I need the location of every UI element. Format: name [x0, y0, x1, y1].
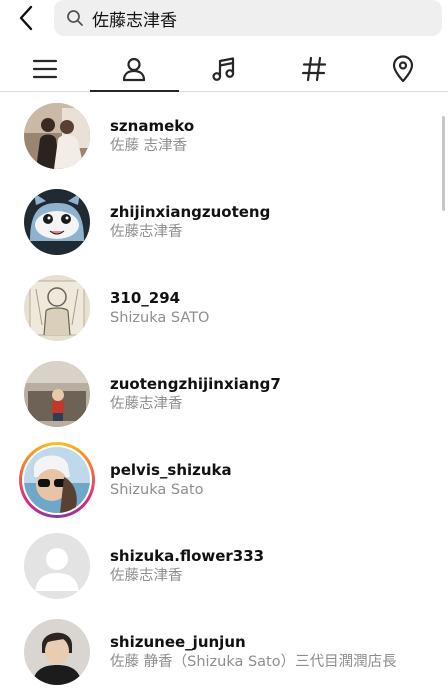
scrollbar[interactable]: [442, 116, 445, 211]
full-name: Shizuka SATO: [110, 310, 210, 326]
avatar[interactable]: [24, 533, 90, 599]
story-ring[interactable]: [19, 442, 95, 518]
full-name: 佐藤 志津香: [110, 138, 188, 154]
tab-accounts[interactable]: [89, 46, 180, 92]
tab-top[interactable]: [0, 46, 90, 91]
music-note-icon: [212, 56, 235, 81]
full-name: 佐藤志津香: [110, 568, 183, 584]
account-result-row[interactable]: sznameko 佐藤 志津香: [0, 93, 440, 179]
result-text: zuotengzhijinxiang7 佐藤志津香: [110, 374, 436, 414]
username: 310_294: [110, 289, 181, 307]
hashtag-icon: [301, 56, 326, 81]
search-icon: [66, 9, 84, 27]
top-bar: [0, 0, 448, 40]
result-text: sznameko 佐藤 志津香: [110, 116, 436, 156]
result-text: 310_294 Shizuka SATO: [110, 288, 436, 328]
search-bar[interactable]: [54, 0, 442, 36]
account-results-list[interactable]: sznameko 佐藤 志津香 zhijinxiangzuoteng 佐藤志津香: [0, 93, 448, 700]
full-name: Shizuka Sato: [110, 482, 204, 498]
account-result-row[interactable]: 310_294 Shizuka SATO: [0, 265, 440, 351]
username: shizuka.flower333: [110, 547, 265, 565]
account-result-row[interactable]: zuotengzhijinxiang7 佐藤志津香: [0, 351, 440, 437]
result-text: shizunee_junjun 佐藤 静香（Shizuka Sato）三代目潤潤…: [110, 632, 436, 672]
username: zuotengzhijinxiang7: [110, 375, 281, 393]
chevron-left-icon: [19, 5, 33, 31]
full-name: 佐藤志津香: [110, 224, 183, 240]
avatar[interactable]: [24, 275, 90, 341]
username: shizunee_junjun: [110, 633, 246, 651]
search-input[interactable]: [92, 3, 412, 33]
username: sznameko: [110, 117, 195, 135]
result-text: zhijinxiangzuoteng 佐藤志津香: [110, 202, 436, 242]
person-icon: [123, 57, 146, 81]
location-pin-icon: [393, 54, 414, 82]
full-name: 佐藤 静香（Shizuka Sato）三代目潤潤店長: [110, 654, 397, 670]
username: zhijinxiangzuoteng: [110, 203, 271, 221]
result-text: shizuka.flower333 佐藤志津香: [110, 546, 436, 586]
default-avatar-icon: [24, 533, 90, 599]
back-button[interactable]: [12, 2, 40, 34]
account-result-row[interactable]: shizunee_junjun 佐藤 静香（Shizuka Sato）三代目潤潤…: [0, 609, 440, 695]
full-name: 佐藤志津香: [110, 396, 183, 412]
tab-audio[interactable]: [179, 46, 269, 91]
search-tabs: [0, 46, 448, 92]
avatar[interactable]: [24, 361, 90, 427]
menu-lines-icon: [32, 59, 57, 78]
avatar[interactable]: [24, 189, 90, 255]
account-result-row[interactable]: zhijinxiangzuoteng 佐藤志津香: [0, 179, 440, 265]
avatar[interactable]: [24, 619, 90, 685]
account-result-row[interactable]: pelvis_shizuka Shizuka Sato: [0, 437, 440, 523]
avatar[interactable]: [24, 103, 90, 169]
result-text: pelvis_shizuka Shizuka Sato: [110, 460, 436, 500]
avatar[interactable]: [24, 447, 90, 513]
tab-places[interactable]: [358, 46, 448, 91]
account-result-row[interactable]: shizuka.flower333 佐藤志津香: [0, 523, 440, 609]
tab-tags[interactable]: [269, 46, 359, 91]
username: pelvis_shizuka: [110, 461, 232, 479]
